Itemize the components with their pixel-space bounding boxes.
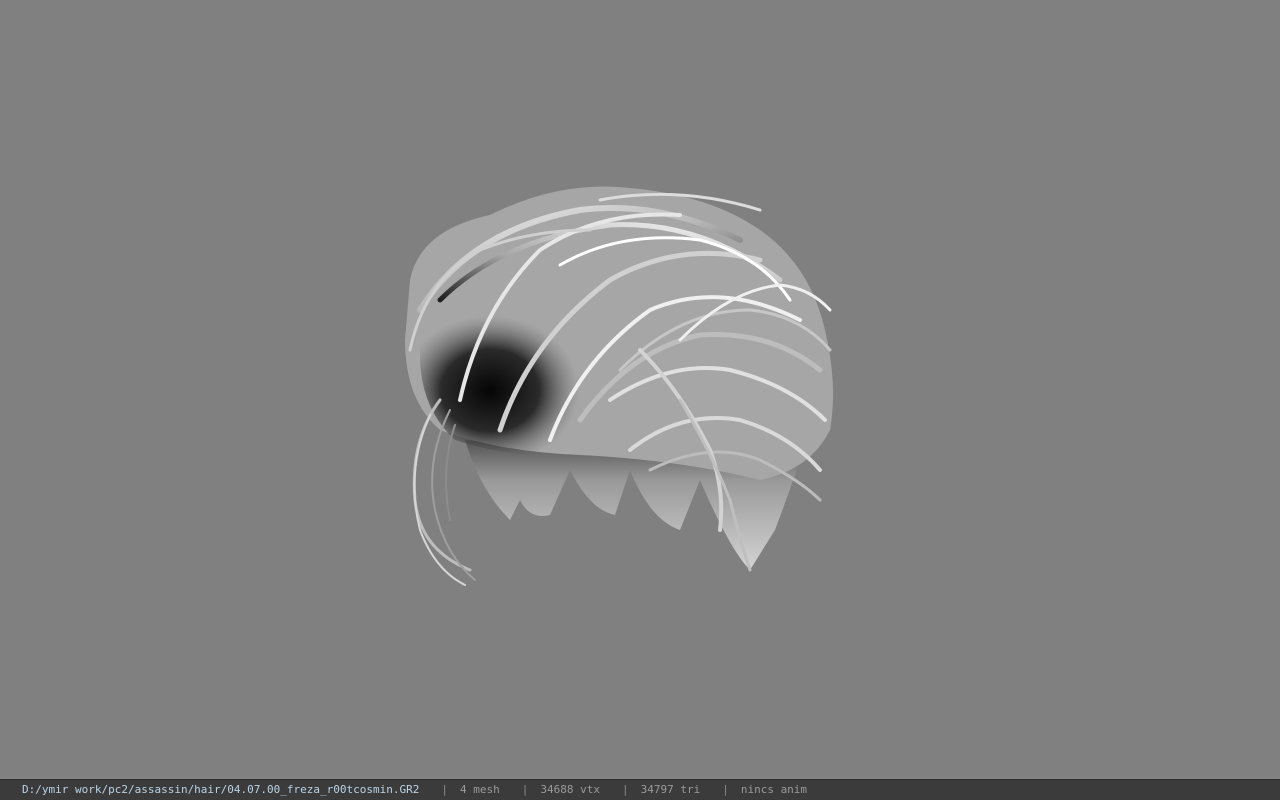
file-path-label: D:/ymir work/pc2/assassin/hair/04.07.00_… xyxy=(22,783,420,796)
3d-viewport[interactable] xyxy=(0,0,1280,779)
vertex-count-label: 34688 vtx xyxy=(540,783,600,796)
status-separator: | xyxy=(722,783,729,796)
status-separator: | xyxy=(521,783,529,796)
status-separator: | xyxy=(441,783,448,796)
hair-model-render xyxy=(405,186,834,586)
animation-info-label: nincs anim xyxy=(740,783,808,796)
mesh-count-label: 4 mesh xyxy=(459,783,500,796)
triangle-count-label: 34797 tri xyxy=(640,783,701,796)
status-separator: | xyxy=(621,783,629,796)
status-bar: D:/ymir work/pc2/assassin/hair/04.07.00_… xyxy=(0,779,1280,800)
